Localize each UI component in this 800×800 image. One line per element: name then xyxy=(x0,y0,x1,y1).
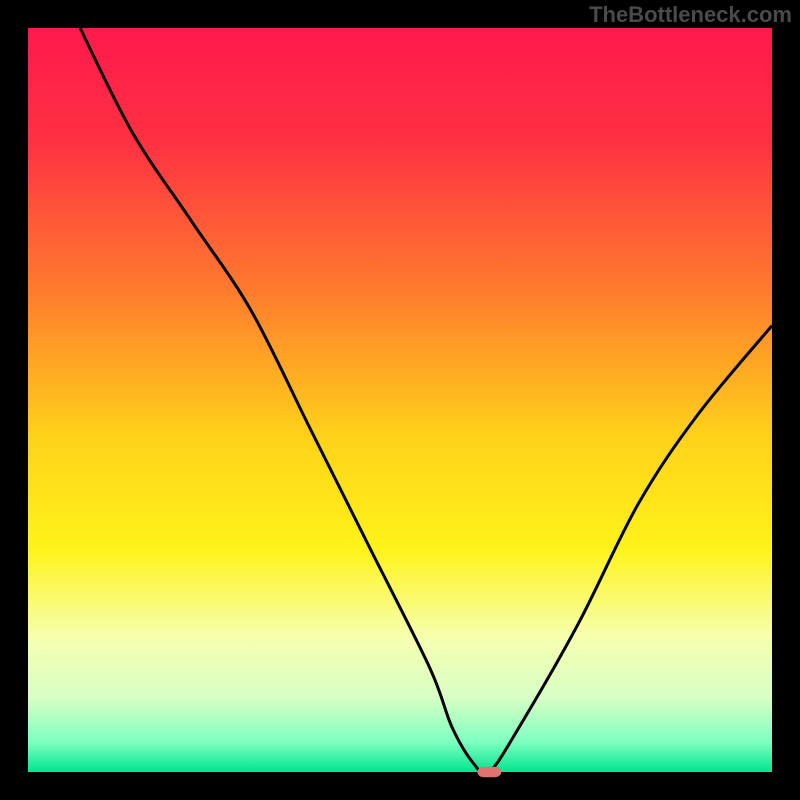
bottleneck-chart xyxy=(0,0,800,800)
chart-frame: TheBottleneck.com xyxy=(0,0,800,800)
plot-background xyxy=(28,28,772,772)
optimal-marker xyxy=(477,767,501,777)
attribution-label: TheBottleneck.com xyxy=(589,2,792,28)
